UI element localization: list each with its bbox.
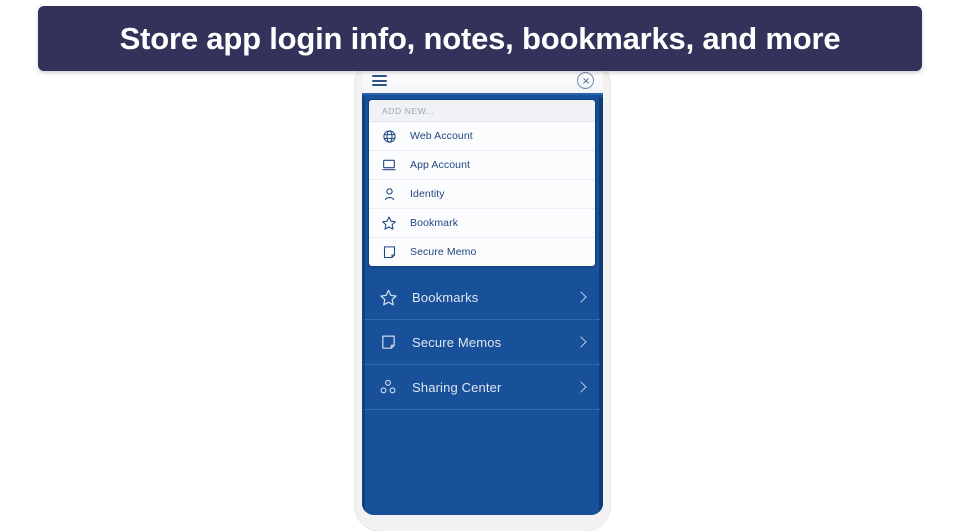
phone-mockup: ADD NEW... Web Account App Account Ident… [355,62,610,531]
hamburger-bar [372,79,387,82]
add-new-item-app-account[interactable]: App Account [369,151,595,180]
hamburger-bar [372,84,387,86]
nav-item-secure-memos[interactable]: Secure Memos [365,320,600,365]
add-new-item-label: App Account [410,159,471,171]
add-new-item-secure-memo[interactable]: Secure Memo [369,238,595,266]
chevron-right-icon [575,336,587,348]
nav-item-label: Secure Memos [412,334,502,350]
nav-item-bookmarks[interactable]: Bookmarks [365,275,600,320]
add-new-item-label: Web Account [410,130,473,142]
add-new-item-identity[interactable]: Identity [369,180,595,209]
menu-body: ADD NEW... Web Account App Account Ident… [362,97,603,515]
person-icon [380,185,398,203]
memo-icon [377,331,399,353]
nav-item-sharing-center[interactable]: Sharing Center [365,365,600,410]
headline-banner: Store app login info, notes, bookmarks, … [38,6,922,71]
chevron-right-icon [575,381,587,393]
headline-text: Store app login info, notes, bookmarks, … [119,21,841,56]
star-icon [380,214,398,232]
memo-icon [380,243,398,261]
main-nav-list: Bookmarks Secure Memos Sharing Center [365,275,600,410]
add-new-title: ADD NEW... [369,100,595,122]
laptop-icon [380,156,398,174]
add-new-item-label: Secure Memo [410,246,477,258]
sharing-icon [377,376,399,398]
phone-screen: ADD NEW... Web Account App Account Ident… [362,68,603,515]
add-new-item-label: Identity [410,188,445,200]
hamburger-icon[interactable] [372,75,387,86]
close-circle-icon[interactable] [577,72,594,89]
hamburger-bar [372,75,387,77]
add-new-item-web-account[interactable]: Web Account [369,122,595,151]
nav-item-label: Sharing Center [412,379,502,395]
nav-item-label: Bookmarks [412,289,479,305]
app-header-bar [362,68,603,95]
add-new-item-bookmark[interactable]: Bookmark [369,209,595,238]
chevron-right-icon [575,291,587,303]
globe-icon [380,127,398,145]
star-icon [377,286,399,308]
add-new-item-label: Bookmark [410,217,459,229]
add-new-panel: ADD NEW... Web Account App Account Ident… [368,99,596,267]
